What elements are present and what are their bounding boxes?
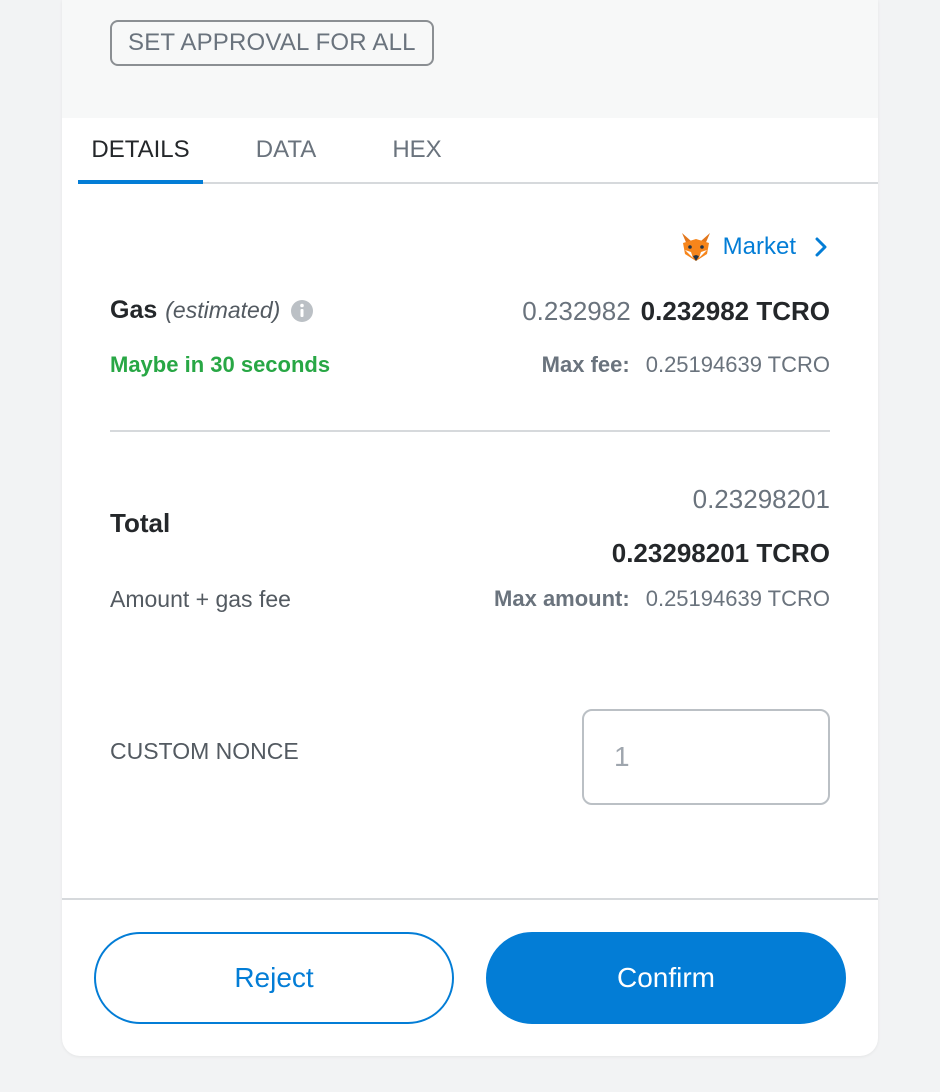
max-amount-row: Max amount: 0.25194639 TCRO: [494, 586, 830, 612]
footer-divider: [62, 898, 878, 900]
custom-nonce-input[interactable]: [582, 709, 830, 805]
gas-fee-primary: 0.232982 TCRO: [640, 296, 830, 326]
reject-button[interactable]: Reject: [94, 932, 454, 1024]
total-secondary: 0.23298201: [692, 484, 830, 514]
gas-estimated-label: (estimated): [165, 297, 281, 323]
total-subtitle: Amount + gas fee: [110, 586, 291, 612]
total-primary: 0.23298201 TCRO: [611, 538, 830, 568]
confirm-transaction-card: SET APPROVAL FOR ALL DETAILS DATA HEX Ma…: [62, 0, 878, 1056]
market-label: Market: [722, 233, 796, 260]
max-amount-label: Max amount:: [494, 586, 630, 611]
chevron-right-icon: [815, 237, 827, 257]
tab-details-label: DETAILS: [91, 136, 190, 163]
tab-data[interactable]: DATA: [243, 118, 329, 182]
gas-title: Gas (estimated): [110, 296, 314, 325]
tab-bar: DETAILS DATA HEX: [78, 118, 878, 184]
tab-data-label: DATA: [255, 136, 317, 163]
section-divider: [110, 430, 830, 432]
gas-timing-estimate: Maybe in 30 seconds: [110, 352, 331, 377]
active-tab-indicator: [78, 180, 203, 184]
transaction-header: SET APPROVAL FOR ALL: [62, 0, 878, 118]
max-fee-value: 0.25194639 TCRO: [645, 352, 830, 377]
tab-hex-label: HEX: [392, 136, 442, 163]
gas-fee-values: 0.232982 0.232982 TCRO: [522, 296, 830, 327]
confirm-button[interactable]: Confirm: [486, 932, 846, 1024]
tab-hex[interactable]: HEX: [384, 118, 450, 182]
gas-fee-secondary: 0.232982: [522, 296, 631, 326]
custom-nonce-label: CUSTOM NONCE: [110, 738, 299, 764]
total-title: Total: [110, 508, 171, 538]
max-fee-row: Max fee: 0.25194639 TCRO: [542, 352, 830, 378]
info-icon[interactable]: [290, 299, 314, 323]
max-amount-value: 0.25194639 TCRO: [645, 586, 830, 611]
gas-market-selector[interactable]: Market: [679, 226, 830, 268]
tab-details[interactable]: DETAILS: [78, 118, 203, 184]
fox-icon: [681, 233, 710, 261]
max-fee-label: Max fee:: [541, 352, 630, 377]
method-badge: SET APPROVAL FOR ALL: [110, 20, 434, 66]
gas-label: Gas: [110, 296, 158, 324]
